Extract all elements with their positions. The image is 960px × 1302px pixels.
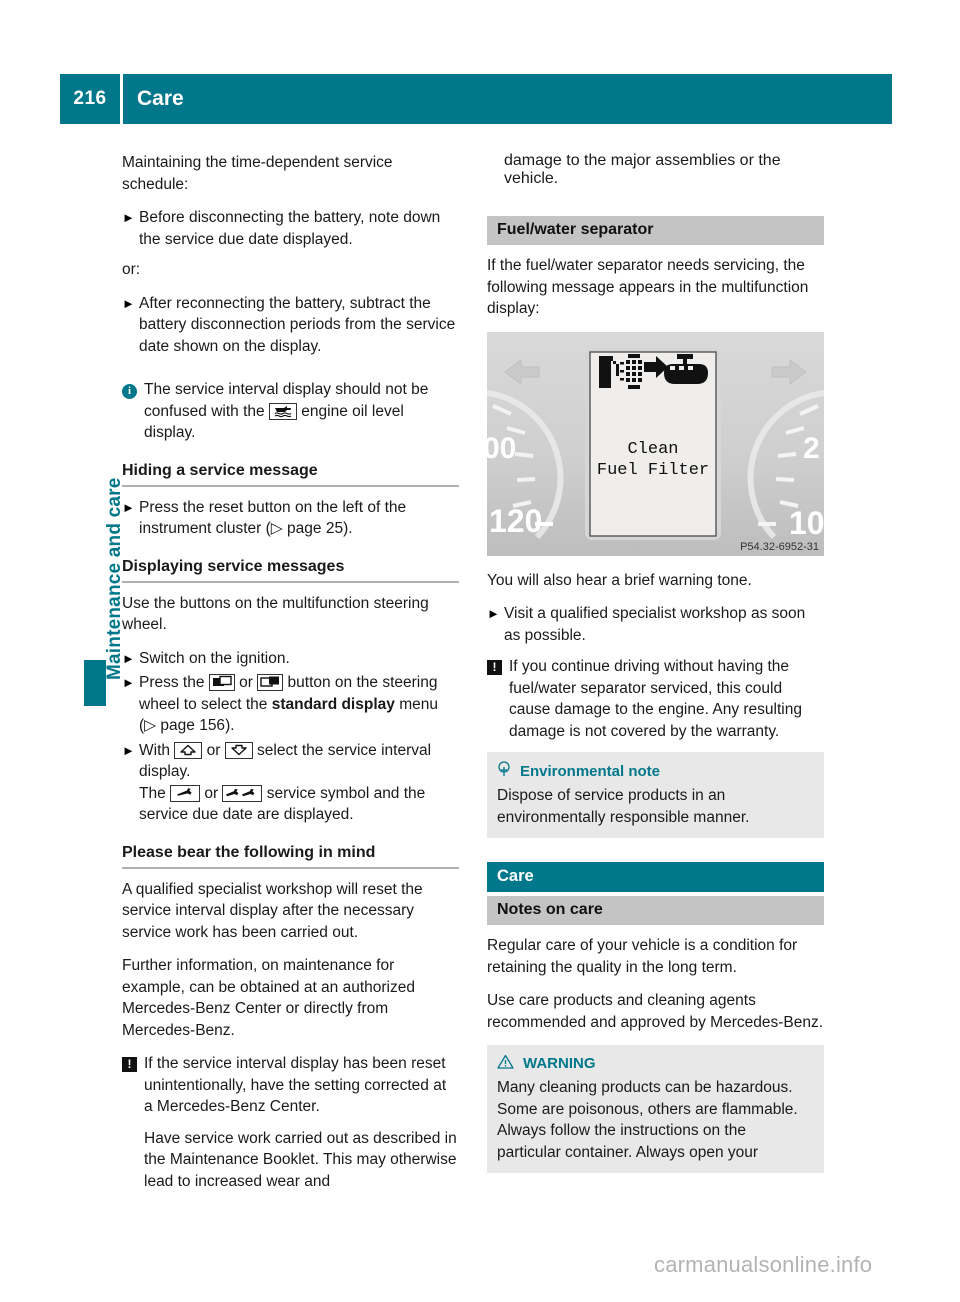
warning-note-para-1: If the service interval display has been… xyxy=(144,1055,447,1115)
figure-instrument-cluster: 00 120 2 10 Clean Fuel Filter P54.32-695… xyxy=(476,331,835,556)
chapter-side-tab: Maintenance and care xyxy=(84,390,125,706)
heading-displaying-service-messages: Displaying service messages xyxy=(122,556,459,583)
page-header: 216 Care xyxy=(60,74,892,124)
svg-text:120: 120 xyxy=(489,503,542,539)
para-regular-care: Regular care of your vehicle is a condit… xyxy=(487,937,798,976)
page-ref-arrow-icon: ▷ xyxy=(144,717,157,734)
environmental-note-title: Environmental note xyxy=(520,762,661,780)
text-end: ). xyxy=(225,717,235,734)
environmental-note-body: Dispose of service products in an enviro… xyxy=(497,787,750,826)
bullet-arrow-icon: ► xyxy=(122,650,135,666)
page-reference: page 25 xyxy=(287,520,344,537)
menu-name-bold: standard display xyxy=(271,695,395,713)
environmental-note-box: Environmental note Dispose of service pr… xyxy=(487,752,824,838)
left-column: Maintaining the time-dependent service s… xyxy=(122,152,459,1202)
service-symbol-double-wrench-icon xyxy=(222,784,263,802)
list-item-label: Press the reset button on the left of th… xyxy=(139,497,459,540)
list-item-label: With or select the service interval disp… xyxy=(139,740,459,826)
mfd-left-button-icon xyxy=(208,674,235,691)
text-press-the: Press the xyxy=(139,674,205,691)
displaying-intro: Use the buttons on the multifunction ste… xyxy=(122,594,429,634)
header-bar: Care xyxy=(123,74,892,124)
mfd-right-button-icon xyxy=(257,674,284,691)
warning-note-continue-driving: ! If you continue driving without having… xyxy=(487,656,824,742)
para-warning-tone: You will also hear a brief warning tone. xyxy=(487,571,752,589)
warning-box-header: WARNING xyxy=(497,1054,814,1073)
page-reference: page 156 xyxy=(160,717,226,734)
chapter-side-tab-block xyxy=(84,660,106,706)
para-qualified-workshop: A qualified specialist workshop will res… xyxy=(122,880,423,941)
warning-box: WARNING Many cleaning products can be ha… xyxy=(487,1045,824,1173)
list-item-label: Press the or button on the steering whee… xyxy=(139,672,459,737)
figure-image: 00 120 2 10 Clean Fuel Filter P54.32-695… xyxy=(476,331,835,556)
list-item-label: Visit a qualified specialist workshop as… xyxy=(504,605,806,644)
text-with: With xyxy=(139,741,170,759)
warning-note-para-2: Have service work carried out as describ… xyxy=(144,1129,457,1190)
warning-note: ! If the service interval display has be… xyxy=(122,1053,459,1192)
page-title: Care xyxy=(137,87,184,110)
section-heading-fuel-water-separator: Fuel/water separator xyxy=(487,216,824,245)
info-icon: i xyxy=(122,379,144,444)
intro-paragraph: Maintaining the time-dependent service s… xyxy=(122,154,393,193)
para-further-information: Further information, on maintenance for … xyxy=(122,957,415,1039)
chapter-band-care: Care xyxy=(487,862,824,892)
text-or: or xyxy=(239,674,253,691)
svg-text:00: 00 xyxy=(487,432,516,465)
info-note-text: The service interval display should not … xyxy=(144,379,459,444)
list-item: ► Switch on the ignition. xyxy=(122,648,459,670)
continued-warning-text: damage to the major assemblies or the ve… xyxy=(504,152,781,187)
list-item: ► Press the reset button on the left of … xyxy=(122,497,459,540)
bullet-arrow-icon: ► xyxy=(122,675,135,690)
mfd-line-2: Fuel Filter xyxy=(597,461,709,480)
warning-note-text: If the service interval display has been… xyxy=(144,1053,459,1192)
bullet-arrow-icon: ► xyxy=(122,210,135,225)
arrow-up-button-icon xyxy=(174,741,203,759)
text-or: or xyxy=(204,784,219,802)
list-item: ► Before disconnecting the battery, note… xyxy=(122,207,459,250)
warning-triangle-icon xyxy=(497,1054,514,1073)
section-heading-notes-on-care: Notes on care xyxy=(487,896,824,925)
list-item: ► With or select the service interval di… xyxy=(122,740,459,826)
text-or: or xyxy=(206,741,221,759)
heading-hiding-service-message: Hiding a service message xyxy=(122,460,459,487)
svg-text:2: 2 xyxy=(803,432,820,465)
list-item-label: Switch on the ignition. xyxy=(139,649,290,667)
mfd-line-1: Clean xyxy=(627,440,678,459)
warning-exclamation-icon: ! xyxy=(122,1053,144,1192)
list-item: ► After reconnecting the battery, subtra… xyxy=(122,293,459,358)
engine-oil-level-symbol-icon xyxy=(268,402,297,420)
service-symbol-single-wrench-icon xyxy=(170,784,201,802)
warning-exclamation-icon: ! xyxy=(487,656,509,742)
warning-box-body: Many cleaning products can be hazardous.… xyxy=(497,1079,798,1161)
environmental-note-header: Environmental note xyxy=(497,761,814,781)
bullet-arrow-icon: ► xyxy=(487,606,500,621)
list-item: ► Visit a qualified specialist workshop … xyxy=(487,603,824,646)
list-item-label: After reconnecting the battery, subtract… xyxy=(139,294,456,355)
tree-icon xyxy=(497,761,511,781)
page-number: 216 xyxy=(60,74,120,124)
figure-caption: P54.32-6952-31 xyxy=(740,540,819,553)
text-the: The xyxy=(139,784,166,802)
para-fuel-water-servicing: If the fuel/water separator needs servic… xyxy=(487,257,809,317)
bullet-arrow-icon: ► xyxy=(122,742,135,758)
svg-text:10: 10 xyxy=(789,505,824,541)
list-item: ► Press the or button on the steering wh… xyxy=(122,672,459,737)
page-ref-arrow-icon: ▷ xyxy=(270,520,283,537)
list-item-label: Before disconnecting the battery, note d… xyxy=(139,209,441,248)
warning-note-text: If you continue driving without having t… xyxy=(509,658,802,740)
site-watermark: carmanualsonline.info xyxy=(654,1252,873,1277)
right-column: damage to the major assemblies or the ve… xyxy=(476,152,835,1173)
or-label: or: xyxy=(122,261,141,278)
list-item-text-end: ). xyxy=(343,520,353,537)
heading-please-bear-in-mind: Please bear the following in mind xyxy=(122,842,459,869)
para-use-care-products: Use care products and cleaning agents re… xyxy=(487,992,824,1031)
bullet-arrow-icon: ► xyxy=(122,499,135,515)
bullet-arrow-icon: ► xyxy=(122,295,135,311)
warning-box-title: WARNING xyxy=(523,1055,596,1072)
arrow-down-button-icon xyxy=(224,741,253,759)
info-note: i The service interval display should no… xyxy=(122,379,459,444)
